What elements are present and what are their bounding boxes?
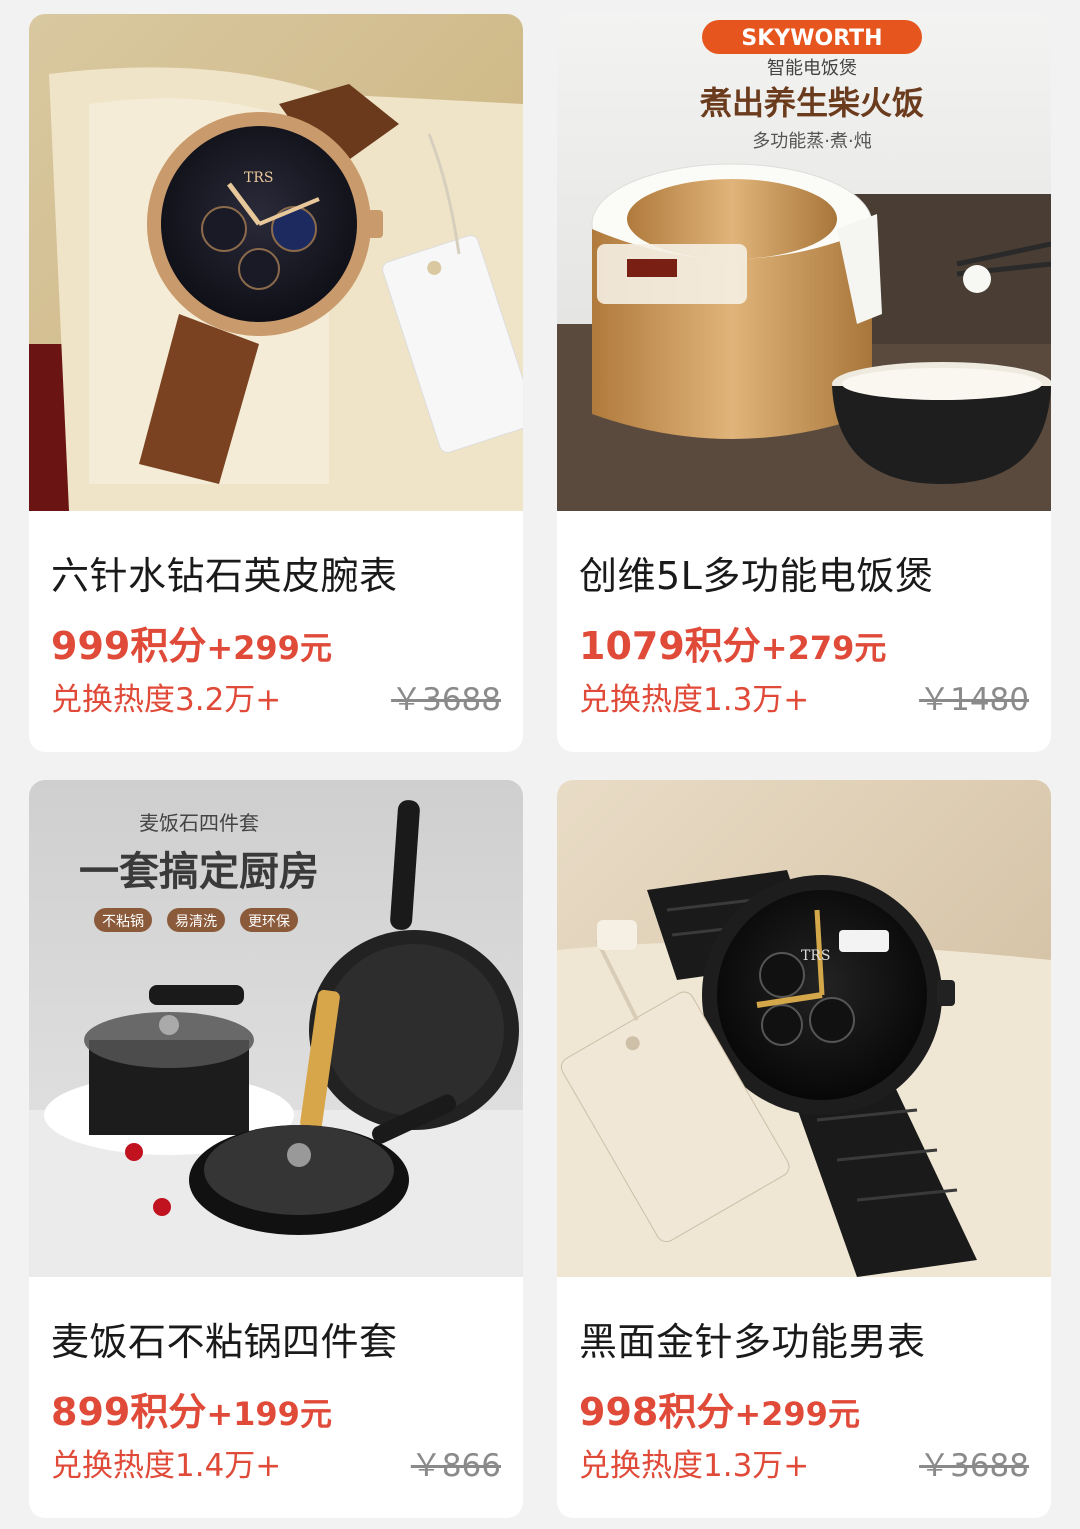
product-card-black-watch[interactable]: TRS 黑面金针多功能男表 998积分+299元 兑换热度1.3万+ ￥3688 <box>557 780 1051 1518</box>
cash-price: +279元 <box>760 629 887 667</box>
product-title: 创维5L多功能电饭煲 <box>579 554 934 598</box>
ad-features: 多功能蒸·煮·炖 <box>752 131 871 152</box>
brand-banner: SKYWORTH <box>741 26 882 51</box>
product-image-rice-cooker[interactable]: SKYWORTH 智能电饭煲 煮出养生柴火饭 多功能蒸·煮·炖 <box>557 14 1051 511</box>
ad-subtitle: 麦饭石四件套 <box>139 811 259 835</box>
product-title: 麦饭石不粘锅四件套 <box>51 1320 398 1364</box>
product-image-leather-watch[interactable]: TRS <box>29 14 523 511</box>
ad-subtitle: 智能电饭煲 <box>767 58 857 79</box>
original-price: ￥3688 <box>919 1448 1029 1484</box>
original-price: ￥3688 <box>391 682 501 718</box>
points-price: 899积分 <box>51 1390 207 1434</box>
product-info: 麦饭石不粘锅四件套 899积分+199元 兑换热度1.4万+ ￥866 <box>51 1277 501 1518</box>
product-card-rice-cooker[interactable]: SKYWORTH 智能电饭煲 煮出养生柴火饭 多功能蒸·煮·炖 创维5L多功能电… <box>557 14 1051 752</box>
points-price: 999积分 <box>51 624 207 668</box>
product-info: 创维5L多功能电饭煲 1079积分+279元 兑换热度1.3万+ ￥1480 <box>579 511 1029 752</box>
ad-headline: 一套搞定厨房 <box>79 849 319 895</box>
ad-badge: 更环保 <box>248 914 290 930</box>
product-image-black-watch[interactable]: TRS <box>557 780 1051 1277</box>
cash-price: +199元 <box>206 1395 332 1433</box>
exchange-heat: 兑换热度1.4万+ <box>51 1448 282 1484</box>
ad-headline: 煮出养生柴火饭 <box>699 84 924 122</box>
ad-badge: 不粘锅 <box>102 914 144 930</box>
ad-badge: 易清洗 <box>175 914 217 930</box>
exchange-price: 1079积分+279元 <box>579 615 886 670</box>
exchange-heat: 兑换热度3.2万+ <box>51 682 282 718</box>
product-title: 六针水钻石英皮腕表 <box>51 554 398 598</box>
cash-price: +299元 <box>734 1395 860 1433</box>
product-grid: TRS 六针水钻石英皮腕表 999积分+299元 兑换热度3.2万+ ￥3688 <box>0 0 1080 1529</box>
original-price: ￥866 <box>410 1448 501 1484</box>
product-info: 六针水钻石英皮腕表 999积分+299元 兑换热度3.2万+ ￥3688 <box>51 511 501 752</box>
watch-brand-logo: TRS <box>244 170 273 186</box>
ad-badges: 不粘锅 易清洗 更环保 <box>94 908 298 932</box>
product-card-leather-watch[interactable]: TRS 六针水钻石英皮腕表 999积分+299元 兑换热度3.2万+ ￥3688 <box>29 14 523 752</box>
exchange-heat: 兑换热度1.3万+ <box>579 1448 810 1484</box>
cash-price: +299元 <box>206 629 332 667</box>
points-price: 998积分 <box>579 1390 735 1434</box>
exchange-heat: 兑换热度1.3万+ <box>579 682 810 718</box>
product-title: 黑面金针多功能男表 <box>579 1320 926 1364</box>
points-price: 1079积分 <box>579 624 761 668</box>
watch-brand-logo: TRS <box>801 948 830 964</box>
product-image-cookware-set[interactable]: 麦饭石四件套 一套搞定厨房 不粘锅 易清洗 更环保 <box>29 780 523 1277</box>
exchange-price: 899积分+199元 <box>51 1381 332 1436</box>
exchange-price: 999积分+299元 <box>51 615 332 670</box>
exchange-price: 998积分+299元 <box>579 1381 860 1436</box>
product-card-cookware-set[interactable]: 麦饭石四件套 一套搞定厨房 不粘锅 易清洗 更环保 麦饭石不粘锅四件套 899积… <box>29 780 523 1518</box>
product-info: 黑面金针多功能男表 998积分+299元 兑换热度1.3万+ ￥3688 <box>579 1277 1029 1518</box>
original-price: ￥1480 <box>919 682 1029 718</box>
